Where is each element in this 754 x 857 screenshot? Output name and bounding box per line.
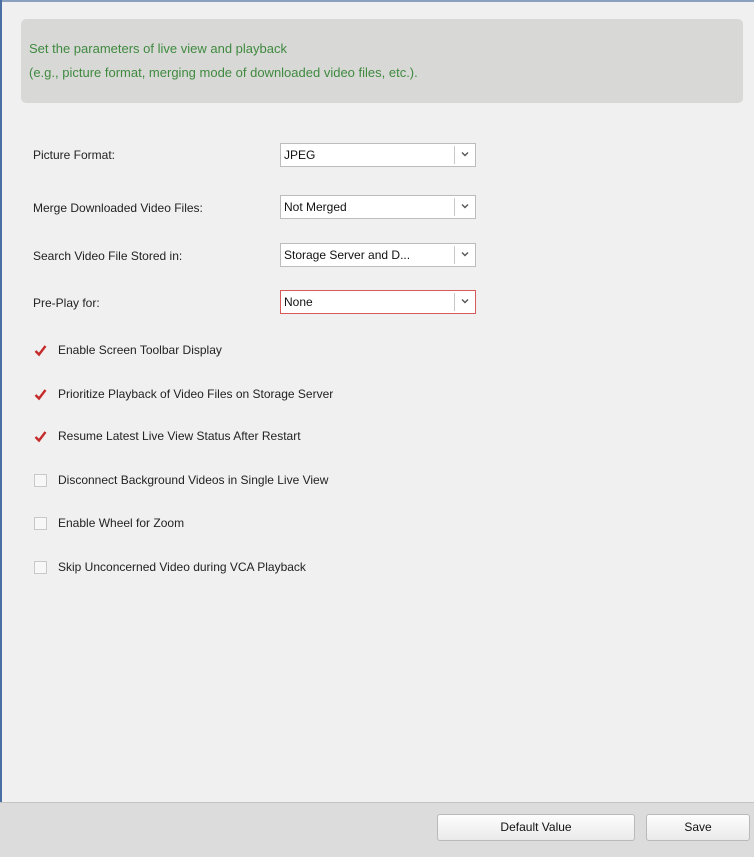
- checkmark-icon: [34, 344, 47, 356]
- checkbox[interactable]: [34, 473, 47, 487]
- window-left-border: [0, 0, 2, 856]
- merge-files-select[interactable]: Not Merged: [280, 195, 476, 219]
- default-value-button[interactable]: Default Value: [437, 814, 635, 841]
- merge-files-value: Not Merged: [284, 200, 347, 214]
- option-label: Enable Wheel for Zoom: [58, 516, 185, 530]
- picture-format-value: JPEG: [284, 148, 316, 162]
- option-prioritize-playback[interactable]: Prioritize Playback of Video Files on St…: [34, 386, 333, 402]
- checkmark-icon: [34, 430, 47, 442]
- pre-play-value: None: [284, 295, 313, 309]
- option-label: Resume Latest Live View Status After Res…: [58, 429, 301, 443]
- window-top-border: [0, 0, 754, 2]
- chevron-down-icon[interactable]: [460, 201, 470, 211]
- checkbox[interactable]: [34, 344, 47, 357]
- option-label: Prioritize Playback of Video Files on St…: [58, 387, 334, 401]
- save-button[interactable]: Save: [646, 814, 750, 841]
- option-disconnect-background[interactable]: Disconnect Background Videos in Single L…: [34, 472, 328, 488]
- checkbox[interactable]: [34, 516, 47, 530]
- select-divider: [454, 293, 455, 311]
- pre-play-label: Pre-Play for:: [33, 296, 100, 310]
- search-stored-label: Search Video File Stored in:: [33, 249, 183, 263]
- info-line-2: (e.g., picture format, merging mode of d…: [29, 65, 418, 80]
- option-screen-toolbar[interactable]: Enable Screen Toolbar Display: [34, 342, 222, 358]
- checkbox[interactable]: [34, 430, 47, 443]
- option-label: Disconnect Background Videos in Single L…: [58, 473, 329, 487]
- select-divider: [454, 246, 455, 264]
- option-label: Skip Unconcerned Video during VCA Playba…: [58, 560, 306, 574]
- select-divider: [454, 198, 455, 216]
- search-stored-select[interactable]: Storage Server and D...: [280, 243, 476, 267]
- picture-format-select[interactable]: JPEG: [280, 143, 476, 167]
- checkbox[interactable]: [34, 560, 47, 574]
- merge-files-label: Merge Downloaded Video Files:: [33, 201, 203, 215]
- select-divider: [454, 146, 455, 164]
- checkmark-icon: [34, 388, 47, 400]
- option-resume-live-view[interactable]: Resume Latest Live View Status After Res…: [34, 428, 301, 444]
- info-line-1: Set the parameters of live view and play…: [29, 41, 287, 56]
- pre-play-select[interactable]: None: [280, 290, 476, 314]
- bottom-button-bar: [0, 802, 754, 857]
- info-banner: Set the parameters of live view and play…: [21, 19, 743, 103]
- option-label: Enable Screen Toolbar Display: [58, 343, 222, 357]
- chevron-down-icon[interactable]: [460, 296, 470, 306]
- chevron-down-icon[interactable]: [460, 249, 470, 259]
- option-skip-unconcerned[interactable]: Skip Unconcerned Video during VCA Playba…: [34, 559, 306, 575]
- picture-format-label: Picture Format:: [33, 148, 116, 162]
- search-stored-value: Storage Server and D...: [284, 248, 411, 262]
- chevron-down-icon[interactable]: [460, 149, 470, 159]
- checkbox[interactable]: [34, 388, 47, 401]
- option-wheel-zoom[interactable]: Enable Wheel for Zoom: [34, 515, 184, 531]
